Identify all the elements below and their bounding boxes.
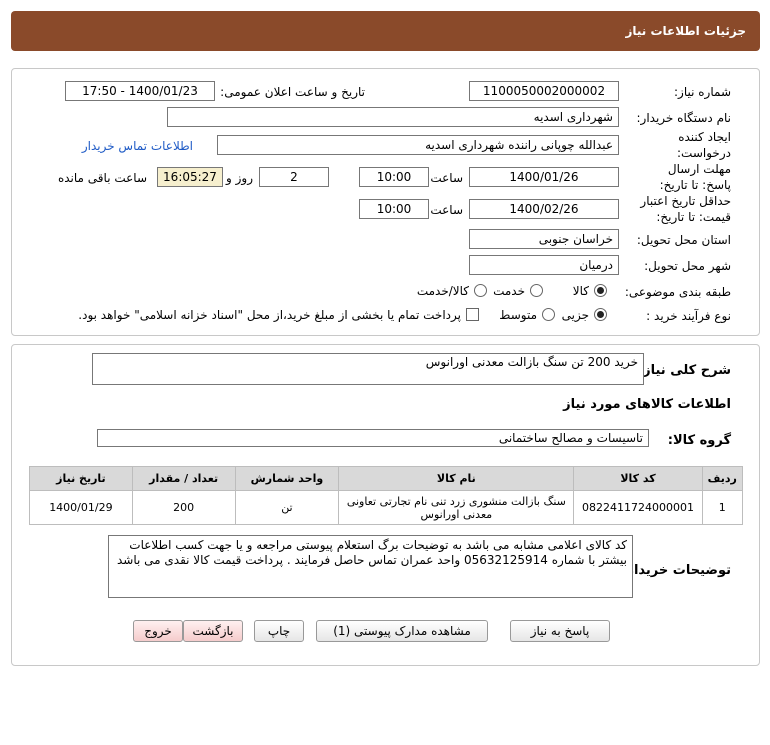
col-row-number: ردیف (701, 466, 744, 491)
process-type-label: نوع فرآیند خرید : (646, 309, 731, 323)
process-option-minor: جزیی (561, 308, 589, 322)
creator-field: عبدالله چوپانی راننده شهرداری اسدیه (217, 135, 619, 155)
announce-date-label: تاریخ و ساعت اعلان عمومی: (220, 85, 365, 99)
process-radio-medium[interactable] (542, 308, 555, 321)
city-field: درمیان (469, 255, 619, 275)
view-attachments-button[interactable]: مشاهده مدارک پیوستی (1) (316, 620, 488, 642)
creator-label: ایجاد کننده درخواست: (677, 130, 731, 160)
remaining-time-field: 16:05:27 (157, 167, 223, 187)
category-radio-goods[interactable] (594, 284, 607, 297)
print-button[interactable]: چاپ (254, 620, 304, 642)
category-radio-goods-service[interactable] (474, 284, 487, 297)
back-button[interactable]: بازگشت (183, 620, 243, 642)
remaining-time-label: ساعت باقی مانده (57, 171, 147, 185)
deadline-time-label: ساعت (430, 171, 463, 185)
days-remaining-field: 2 (259, 167, 329, 187)
validity-label: حداقل تاریخ اعتبار قیمت: تا تاریخ: (640, 194, 731, 224)
validity-time-field: 10:00 (359, 199, 429, 219)
validity-date-field: 1400/02/26 (469, 199, 619, 219)
need-details-panel: شرح کلی نیاز: خرید 200 تن سنگ بازالت معد… (11, 344, 760, 666)
page-title: جزئیات اطلاعات نیاز (625, 24, 746, 38)
need-number-field: 1100050002000002 (469, 81, 619, 101)
deadline-date-field: 1400/01/26 (469, 167, 619, 187)
reply-button[interactable]: پاسخ به نیاز (510, 620, 610, 642)
cell-goods-code: 0822411724000001 (573, 490, 703, 525)
col-goods-code: کد کالا (573, 466, 703, 491)
city-label: شهر محل تحویل: (644, 259, 731, 273)
exit-button[interactable]: خروج (133, 620, 183, 642)
need-number-label: شماره نیاز: (674, 85, 731, 99)
announce-date-field: 1400/01/23 - 17:50 (65, 81, 215, 101)
cell-quantity: 200 (131, 490, 236, 525)
deadline-label: مهلت ارسال پاسخ: تا تاریخ: (659, 162, 731, 192)
table-row: 1 0822411724000001 سنگ بازالت منشوری زرد… (29, 490, 744, 525)
buyer-contact-link[interactable]: اطلاعات تماس خریدار (82, 139, 193, 153)
cell-row-number: 1 (701, 490, 744, 525)
category-option-goods-service: کالا/خدمت (416, 284, 469, 298)
category-option-service: خدمت (493, 284, 525, 298)
deadline-time-field: 10:00 (359, 167, 429, 187)
category-option-goods: کالا (572, 284, 589, 298)
treasury-payment-checkbox[interactable] (466, 308, 479, 321)
buyer-notes-field: کد کالای اعلامی مشابه می باشد به توضیحات… (108, 535, 633, 598)
validity-time-label: ساعت (430, 203, 463, 217)
buyer-notes-label: توضیحات خریدار: (621, 563, 731, 578)
table-header-row: ردیف کد کالا نام کالا واحد شمارش تعداد /… (29, 466, 744, 491)
col-quantity: تعداد / مقدار (131, 466, 236, 491)
summary-field: خرید 200 تن سنگ بازالت معدنی اورانوس (92, 353, 644, 385)
days-label: روز و (226, 171, 253, 185)
col-goods-name: نام کالا (338, 466, 575, 491)
cell-need-date: 1400/01/29 (29, 490, 133, 525)
need-info-panel: شماره نیاز: 1100050002000002 تاریخ و ساع… (11, 68, 760, 336)
treasury-payment-note: پرداخت تمام یا بخشی از مبلغ خرید،از محل … (78, 308, 461, 322)
cell-unit: تن (234, 490, 340, 525)
summary-label: شرح کلی نیاز: (637, 363, 731, 378)
goods-group-label: گروه کالا: (667, 433, 731, 448)
items-section-title: اطلاعات کالاهای مورد نیاز (563, 397, 731, 412)
category-radio-service[interactable] (530, 284, 543, 297)
page-header: جزئیات اطلاعات نیاز (11, 11, 760, 51)
goods-group-field: تاسیسات و مصالح ساختمانی (97, 429, 649, 447)
province-label: استان محل تحویل: (636, 233, 731, 247)
process-radio-minor[interactable] (594, 308, 607, 321)
goods-table: ردیف کد کالا نام کالا واحد شمارش تعداد /… (29, 466, 744, 525)
province-field: خراسان جنوبی (469, 229, 619, 249)
category-label: طبقه بندی موضوعی: (624, 285, 731, 299)
buyer-label: نام دستگاه خریدار: (636, 111, 732, 125)
buyer-field: شهرداری اسدیه (167, 107, 619, 127)
col-need-date: تاریخ نیاز (29, 466, 133, 491)
cell-goods-name: سنگ بازالت منشوری زرد تنی نام تجارتی تعا… (338, 490, 575, 525)
process-option-medium: متوسط (499, 308, 537, 322)
col-unit: واحد شمارش (234, 466, 340, 491)
